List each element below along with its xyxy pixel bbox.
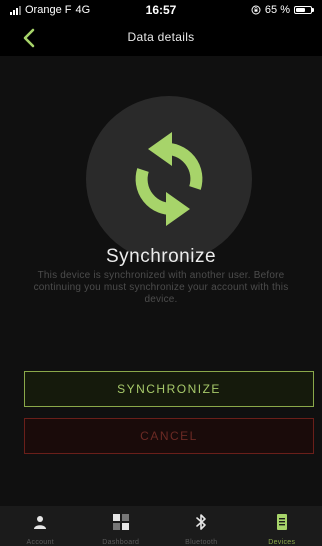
- sync-title: Synchronize: [105, 246, 217, 267]
- device-icon: [272, 512, 292, 532]
- tab-label: Devices: [268, 539, 296, 546]
- tab-label: Dashboard: [102, 539, 140, 546]
- battery-percent: 65 %: [264, 4, 290, 16]
- tab-label: Account: [26, 539, 54, 546]
- bluetooth-icon: [191, 512, 211, 532]
- tab-bluetooth[interactable]: Bluetooth: [161, 506, 242, 546]
- battery-icon: [294, 6, 314, 14]
- sync-description: This device is synchronized with another…: [33, 270, 289, 305]
- sync-icon: [135, 132, 203, 226]
- tab-devices[interactable]: Devices: [242, 506, 322, 546]
- sync-icon-circle: [86, 96, 252, 262]
- person-icon: [30, 512, 50, 532]
- synchronize-button[interactable]: SYNCHRONIZE: [24, 371, 314, 407]
- status-right: 65 %: [251, 4, 314, 16]
- nav-bar: Data details: [0, 22, 322, 56]
- tab-dashboard[interactable]: Dashboard: [81, 506, 162, 546]
- tab-bar: Account Dashboard Bluetooth Devices: [0, 506, 322, 546]
- cancel-button[interactable]: CANCEL: [24, 418, 314, 454]
- main-content: Synchronize This device is synchronized …: [0, 56, 322, 506]
- tab-label: Bluetooth: [185, 539, 218, 546]
- orientation-lock-icon: [251, 5, 261, 15]
- status-bar: Orange F 4G 16:57 65 %: [0, 0, 322, 20]
- battery-fill: [296, 8, 306, 12]
- tab-account[interactable]: Account: [0, 506, 81, 546]
- dashboard-icon: [111, 512, 131, 532]
- page-title: Data details: [127, 30, 195, 44]
